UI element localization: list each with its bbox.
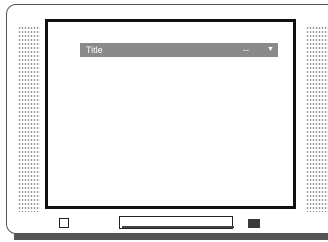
title-value: -- bbox=[243, 45, 249, 55]
disc-slot-shadow bbox=[122, 226, 234, 228]
eject-button[interactable] bbox=[248, 219, 260, 228]
device-shadow bbox=[14, 234, 328, 240]
dropdown-arrow-icon[interactable]: ▼ bbox=[267, 43, 274, 57]
title-dropdown[interactable]: Title -- ▼ bbox=[80, 43, 278, 57]
tv-app-stage: Title -- ▼ bbox=[0, 0, 328, 242]
power-button[interactable] bbox=[59, 218, 69, 228]
left-speaker-grille bbox=[18, 26, 40, 212]
tv-screen: Title -- ▼ bbox=[45, 19, 296, 209]
right-speaker-grille bbox=[306, 26, 328, 212]
title-label: Title bbox=[86, 45, 103, 55]
